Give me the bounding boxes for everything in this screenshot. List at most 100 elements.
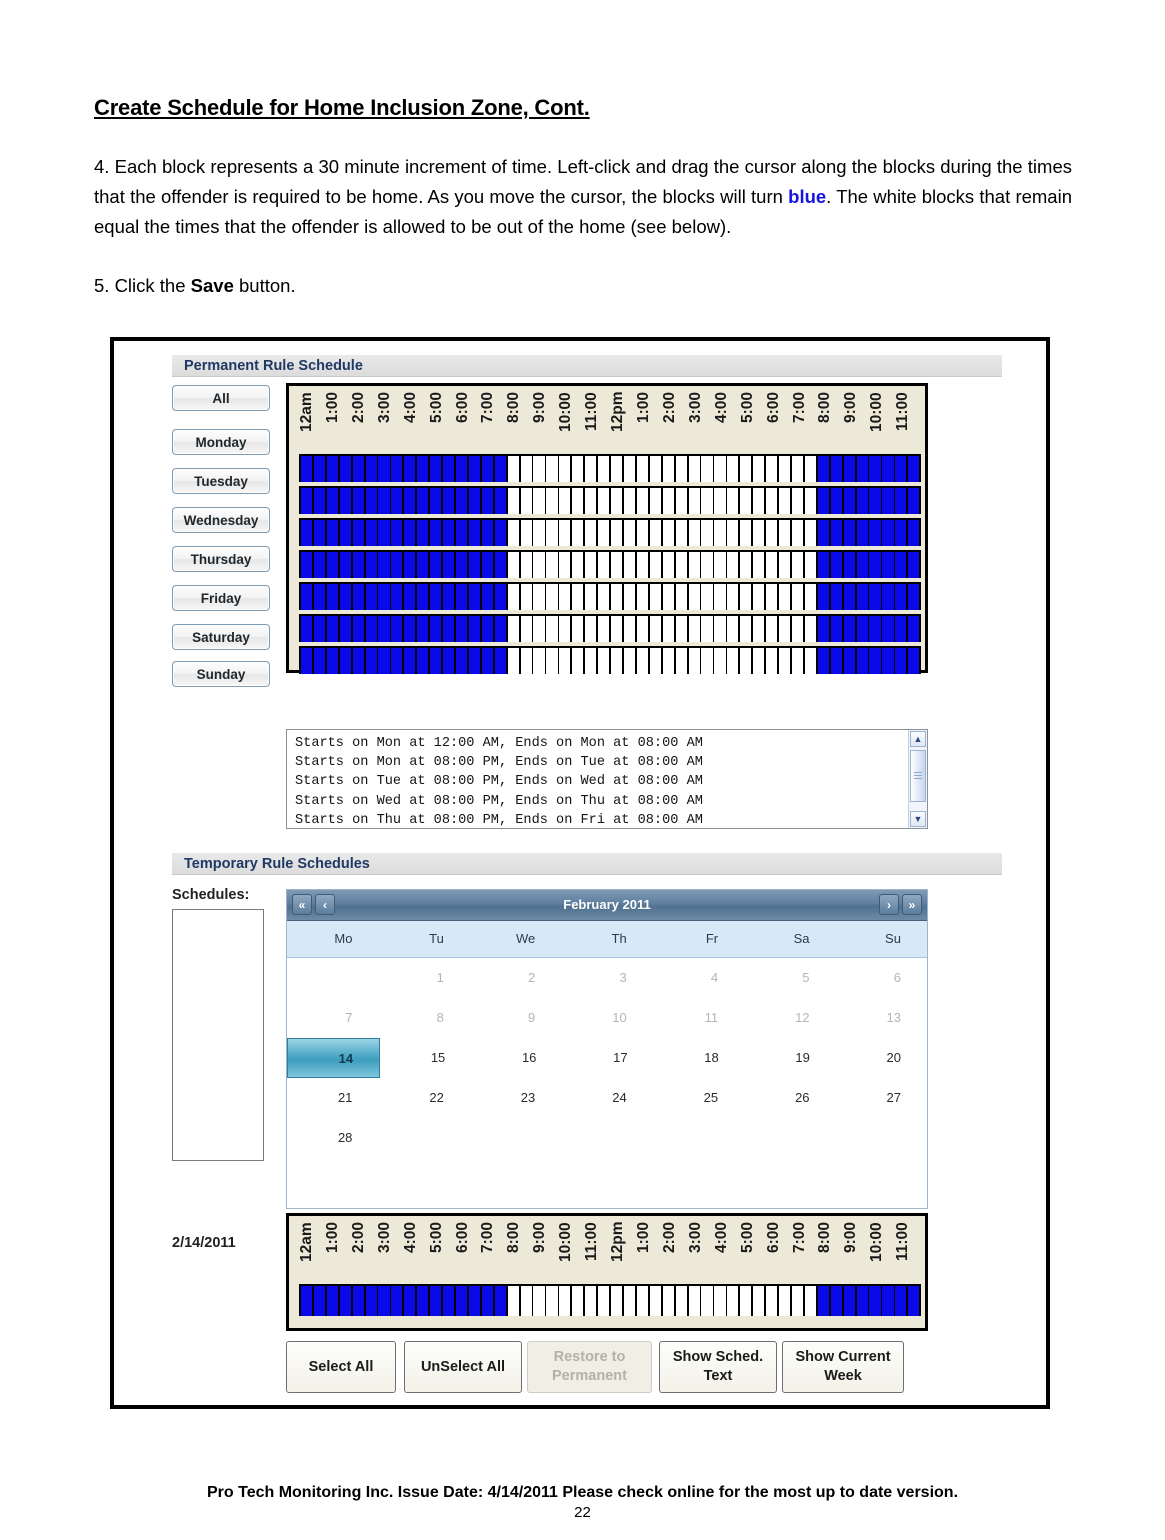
- time-block-35[interactable]: [753, 648, 765, 674]
- time-block-39[interactable]: [804, 1286, 816, 1316]
- time-block-21[interactable]: [572, 616, 584, 642]
- time-block-30[interactable]: [688, 1286, 700, 1316]
- time-block-29[interactable]: [675, 648, 687, 674]
- time-block-8[interactable]: [404, 584, 416, 610]
- calendar-day-14[interactable]: 14: [287, 1038, 381, 1078]
- time-block-31[interactable]: [701, 456, 713, 482]
- time-block-3[interactable]: [339, 1286, 351, 1316]
- time-block-29[interactable]: [675, 456, 687, 482]
- time-block-20[interactable]: [559, 584, 571, 610]
- time-block-12[interactable]: [455, 488, 468, 514]
- time-block-5[interactable]: [365, 584, 377, 610]
- time-block-33[interactable]: [727, 584, 739, 610]
- calendar-day-9[interactable]: 9: [470, 998, 561, 1038]
- time-block-24[interactable]: [611, 1286, 623, 1316]
- time-block-37[interactable]: [779, 584, 791, 610]
- time-block-35[interactable]: [753, 1286, 765, 1316]
- time-block-3[interactable]: [339, 648, 351, 674]
- time-block-17[interactable]: [520, 584, 532, 610]
- time-block-8[interactable]: [404, 1286, 416, 1316]
- time-block-34[interactable]: [740, 616, 752, 642]
- time-block-42[interactable]: [843, 456, 855, 482]
- time-block-39[interactable]: [804, 488, 816, 514]
- time-block-23[interactable]: [598, 616, 610, 642]
- time-block-23[interactable]: [598, 648, 610, 674]
- time-block-33[interactable]: [727, 1286, 739, 1316]
- time-block-26[interactable]: [636, 616, 648, 642]
- time-block-32[interactable]: [714, 616, 726, 642]
- calendar-day-12[interactable]: 12: [744, 998, 835, 1038]
- calendar-day-21[interactable]: 21: [287, 1078, 378, 1118]
- day-button-thursday[interactable]: Thursday: [172, 546, 270, 572]
- time-block-2[interactable]: [326, 520, 338, 546]
- time-block-18[interactable]: [533, 488, 545, 514]
- time-block-13[interactable]: [468, 488, 481, 514]
- time-block-42[interactable]: [843, 584, 855, 610]
- time-block-23[interactable]: [598, 552, 610, 578]
- calendar-day-18[interactable]: 18: [654, 1038, 745, 1078]
- time-block-22[interactable]: [585, 552, 597, 578]
- calendar-day-8[interactable]: 8: [378, 998, 469, 1038]
- time-block-39[interactable]: [804, 616, 816, 642]
- time-block-10[interactable]: [430, 488, 442, 514]
- time-block-34[interactable]: [740, 488, 752, 514]
- time-block-10[interactable]: [430, 456, 442, 482]
- time-block-23[interactable]: [598, 456, 610, 482]
- time-block-26[interactable]: [636, 552, 648, 578]
- time-block-39[interactable]: [804, 648, 816, 674]
- button-unselect-all[interactable]: UnSelect All: [404, 1341, 522, 1393]
- time-block-2[interactable]: [326, 456, 338, 482]
- time-block-7[interactable]: [391, 552, 403, 578]
- time-block-18[interactable]: [533, 520, 545, 546]
- time-block-0[interactable]: [300, 520, 313, 546]
- time-block-17[interactable]: [520, 488, 532, 514]
- schedule-row-wednesday[interactable]: [299, 518, 921, 546]
- time-block-44[interactable]: [869, 1286, 881, 1316]
- time-block-25[interactable]: [623, 488, 636, 514]
- time-block-37[interactable]: [779, 520, 791, 546]
- time-block-14[interactable]: [481, 1286, 493, 1316]
- time-block-29[interactable]: [675, 584, 687, 610]
- time-block-6[interactable]: [378, 648, 390, 674]
- time-block-30[interactable]: [688, 552, 700, 578]
- time-block-27[interactable]: [649, 648, 661, 674]
- time-block-0[interactable]: [300, 648, 313, 674]
- time-block-2[interactable]: [326, 616, 338, 642]
- calendar-day-19[interactable]: 19: [745, 1038, 836, 1078]
- time-block-45[interactable]: [882, 584, 894, 610]
- time-block-6[interactable]: [378, 552, 390, 578]
- time-block-22[interactable]: [585, 488, 597, 514]
- time-block-42[interactable]: [843, 520, 855, 546]
- time-block-43[interactable]: [856, 520, 868, 546]
- time-block-26[interactable]: [636, 584, 648, 610]
- day-button-tuesday[interactable]: Tuesday: [172, 468, 270, 494]
- time-block-20[interactable]: [559, 488, 571, 514]
- time-block-40[interactable]: [817, 584, 829, 610]
- time-block-47[interactable]: [908, 616, 920, 642]
- time-block-22[interactable]: [585, 584, 597, 610]
- time-block-16[interactable]: [507, 648, 519, 674]
- time-block-28[interactable]: [662, 488, 674, 514]
- time-block-28[interactable]: [662, 520, 674, 546]
- time-block-9[interactable]: [417, 552, 429, 578]
- time-block-1[interactable]: [313, 456, 325, 482]
- time-block-14[interactable]: [481, 520, 493, 546]
- time-block-21[interactable]: [572, 648, 584, 674]
- time-block-34[interactable]: [740, 1286, 752, 1316]
- time-block-26[interactable]: [636, 488, 648, 514]
- time-block-15[interactable]: [494, 488, 506, 514]
- time-block-15[interactable]: [494, 648, 506, 674]
- time-block-12[interactable]: [455, 584, 468, 610]
- time-block-6[interactable]: [378, 488, 390, 514]
- calendar-day-5[interactable]: 5: [744, 958, 835, 998]
- time-block-2[interactable]: [326, 584, 338, 610]
- time-block-11[interactable]: [443, 488, 455, 514]
- time-block-44[interactable]: [869, 552, 881, 578]
- time-block-47[interactable]: [908, 488, 920, 514]
- calendar-day-2[interactable]: 2: [470, 958, 561, 998]
- time-block-14[interactable]: [481, 584, 493, 610]
- time-block-35[interactable]: [753, 488, 765, 514]
- time-block-17[interactable]: [520, 520, 532, 546]
- time-block-16[interactable]: [507, 616, 519, 642]
- schedule-text-scrollbar[interactable]: ▲ ▼: [908, 730, 927, 828]
